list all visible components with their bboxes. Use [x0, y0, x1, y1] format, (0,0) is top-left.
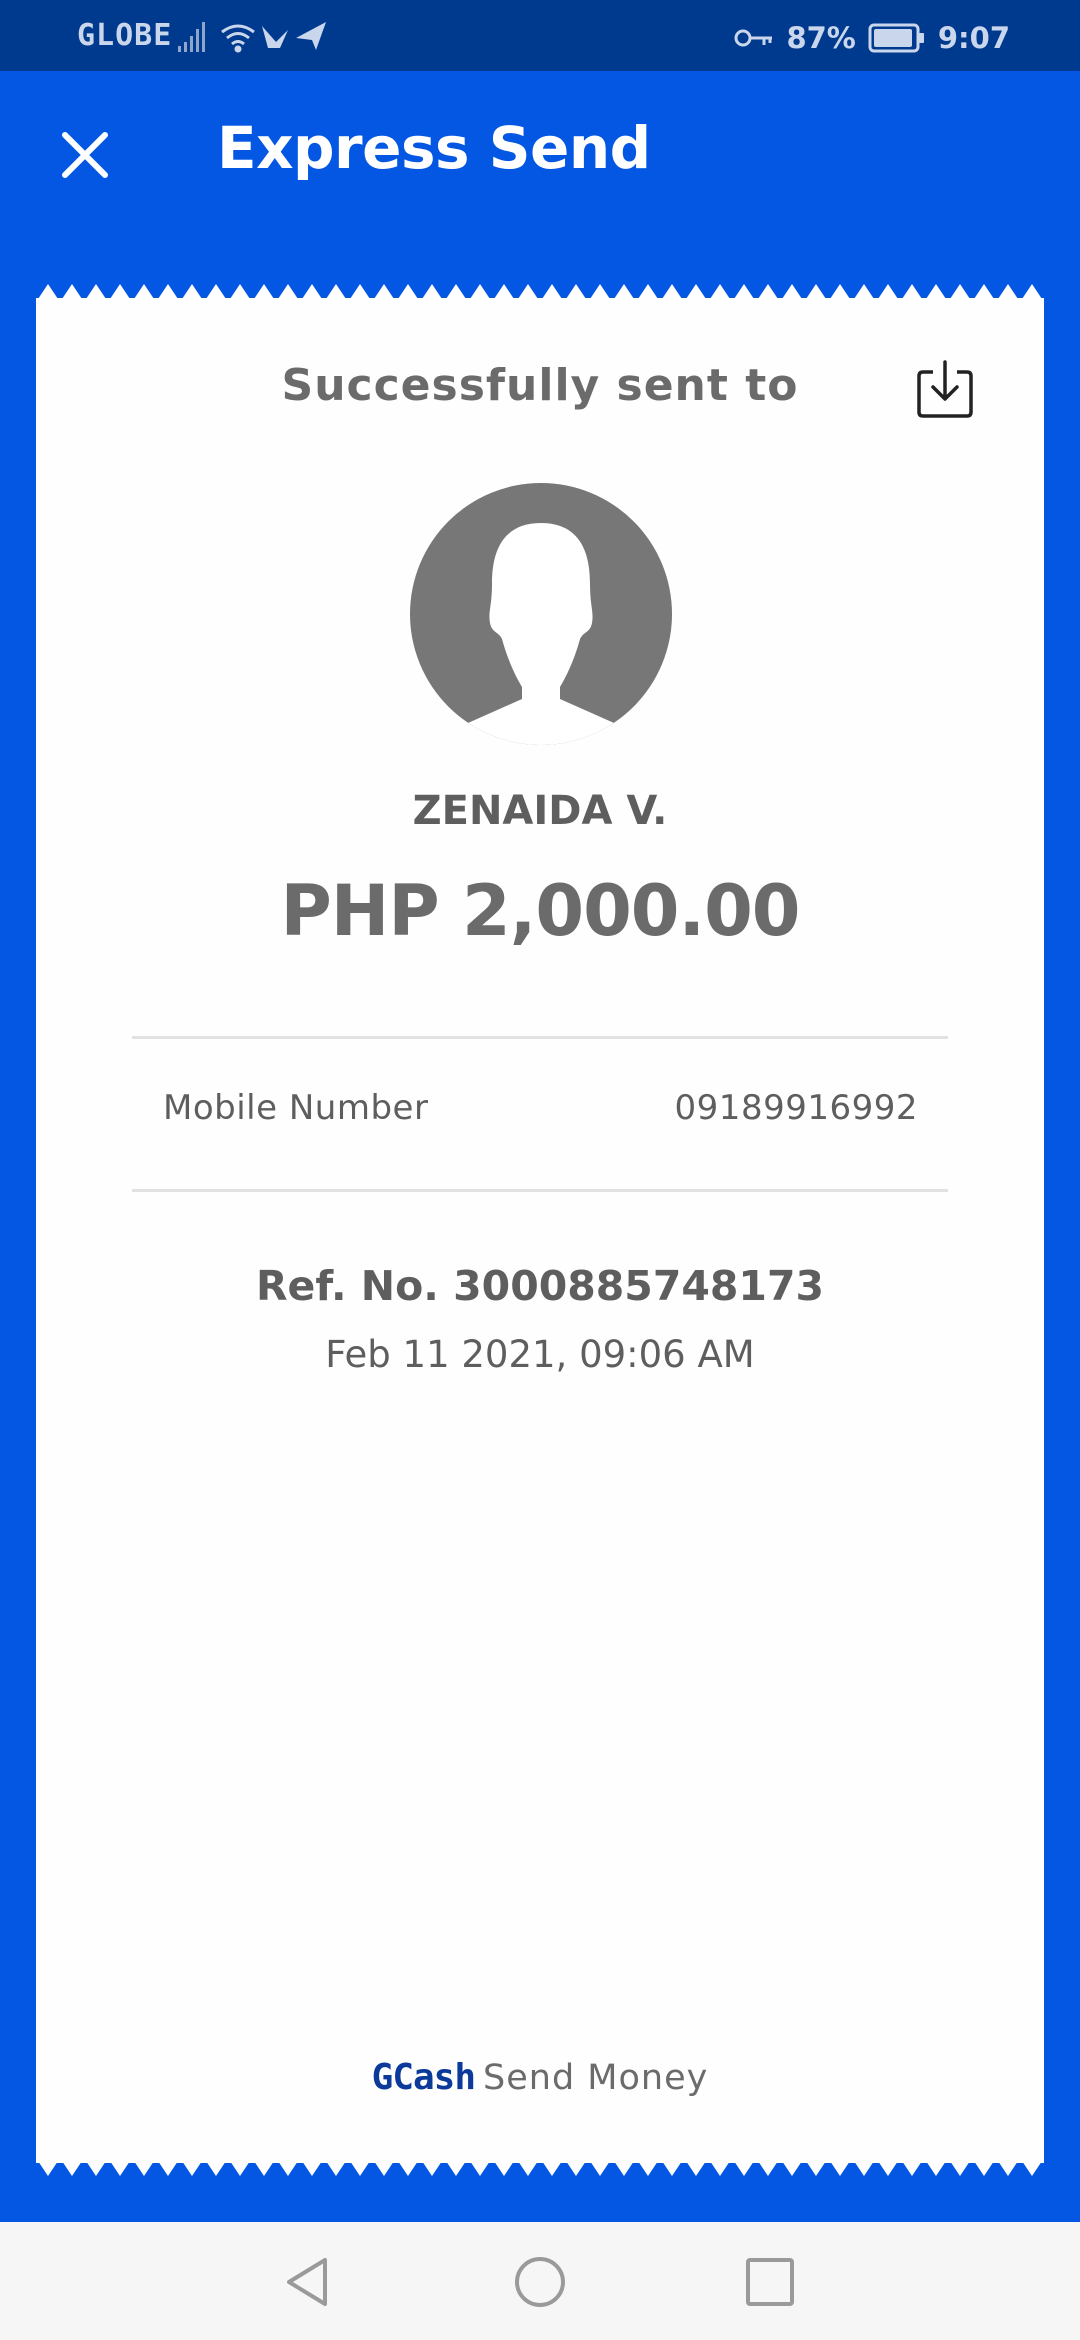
page-title: Express Send: [217, 114, 651, 182]
mobile-number-value: 09189916992: [674, 1088, 918, 1128]
send-arrow-icon: [296, 22, 326, 50]
battery-percent: 87%: [786, 21, 856, 55]
bird-icon: [262, 26, 288, 48]
receipt-footer: GCash Send Money: [0, 2057, 1080, 2098]
signal-icon: [178, 22, 205, 52]
carrier-name: GLOBE: [77, 18, 173, 53]
system-nav-bar: [0, 2222, 1080, 2340]
success-heading: Successfully sent to: [281, 360, 799, 411]
divider-top: [132, 1036, 948, 1039]
back-icon[interactable]: [277, 2252, 337, 2312]
gcash-logo: GCash: [371, 2057, 476, 2098]
receipt-bottom-edge: [36, 2158, 1044, 2176]
recipient-name: ZENAIDA V.: [412, 788, 668, 834]
battery-icon: [868, 23, 924, 53]
home-icon[interactable]: [510, 2252, 570, 2312]
close-icon[interactable]: [55, 125, 115, 185]
download-icon[interactable]: [915, 358, 977, 420]
status-bar: GLOBE 87% 9:07: [0, 0, 1080, 71]
reference-number: Ref. No. 3000885748173: [255, 1262, 824, 1310]
wifi-icon: [221, 24, 255, 53]
transaction-date: Feb 11 2021, 09:06 AM: [325, 1333, 755, 1376]
avatar-placeholder-icon: [410, 483, 672, 745]
clock: 9:07: [937, 21, 1010, 55]
status-icons-left: [178, 22, 326, 53]
divider-bottom: [132, 1189, 948, 1192]
footer-send-money: Send Money: [483, 2058, 709, 2098]
key-icon: [734, 29, 773, 47]
amount-sent: PHP 2,000.00: [280, 870, 801, 952]
recents-icon[interactable]: [740, 2252, 800, 2312]
mobile-number-label: Mobile Number: [163, 1088, 429, 1128]
